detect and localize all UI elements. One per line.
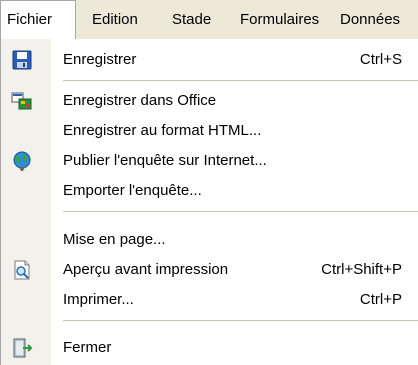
menu-formulaires[interactable]: Formulaires <box>240 0 319 39</box>
menu-stade-label: Stade <box>172 11 212 28</box>
menu-fichier-label: Fichier <box>7 11 53 28</box>
menu-item-enregistrer-label: Enregistrer <box>63 51 137 68</box>
print-preview-icon <box>11 259 33 281</box>
office-export-icon <box>11 90 33 112</box>
menu-item-enregistrer-office[interactable]: Enregistrer dans Office <box>1 86 418 116</box>
menu-item-fermer-label: Fermer <box>63 339 112 356</box>
menu-item-mise-en-page[interactable]: Mise en page... <box>1 225 418 255</box>
menu-bar: Fichier Edition Stade Formulaires Donnée… <box>0 0 418 40</box>
exit-door-icon <box>11 337 33 359</box>
menu-stade[interactable]: Stade <box>172 0 211 39</box>
menu-separator <box>63 211 418 212</box>
menu-item-enregistrer[interactable]: Enregistrer Ctrl+S <box>1 45 418 75</box>
menu-item-enregistrer-html[interactable]: Enregistrer au format HTML... <box>1 116 418 146</box>
menu-separator <box>63 80 418 81</box>
fichier-dropdown: Enregistrer Ctrl+S Enregistrer dans Offi… <box>0 39 418 365</box>
menu-item-enregistrer-office-label: Enregistrer dans Office <box>63 92 217 109</box>
menu-item-apercu-impression[interactable]: Aperçu avant impression Ctrl+Shift+P <box>1 255 418 285</box>
menu-edition[interactable]: Edition <box>92 0 138 39</box>
menu-item-enregistrer-shortcut: Ctrl+S <box>359 51 402 68</box>
menu-donnees[interactable]: Données <box>340 0 400 39</box>
menu-item-imprimer[interactable]: Imprimer... Ctrl+P <box>1 285 418 315</box>
menu-formulaires-label: Formulaires <box>240 11 320 28</box>
menu-item-emporter-enquete[interactable]: Emporter l'enquête... <box>1 176 418 206</box>
menu-fichier[interactable]: Fichier <box>0 0 76 40</box>
menu-donnees-label: Données <box>340 11 401 28</box>
menu-item-apercu-impression-shortcut: Ctrl+Shift+P <box>321 261 402 278</box>
menu-item-publier-internet[interactable]: Publier l'enquête sur Internet... <box>1 146 418 176</box>
menu-item-publier-internet-label: Publier l'enquête sur Internet... <box>63 152 267 169</box>
menu-edition-label: Edition <box>92 11 138 28</box>
menu-separator <box>63 320 418 321</box>
menu-item-imprimer-label: Imprimer... <box>63 291 134 308</box>
menu-item-enregistrer-html-label: Enregistrer au format HTML... <box>63 122 262 139</box>
menu-item-fermer[interactable]: Fermer <box>1 333 418 363</box>
menu-item-imprimer-shortcut: Ctrl+P <box>359 291 402 308</box>
save-icon <box>11 49 33 71</box>
menu-item-apercu-impression-label: Aperçu avant impression <box>63 261 229 278</box>
menu-item-mise-en-page-label: Mise en page... <box>63 231 166 248</box>
menu-item-emporter-enquete-label: Emporter l'enquête... <box>63 182 202 199</box>
globe-icon <box>11 150 33 172</box>
